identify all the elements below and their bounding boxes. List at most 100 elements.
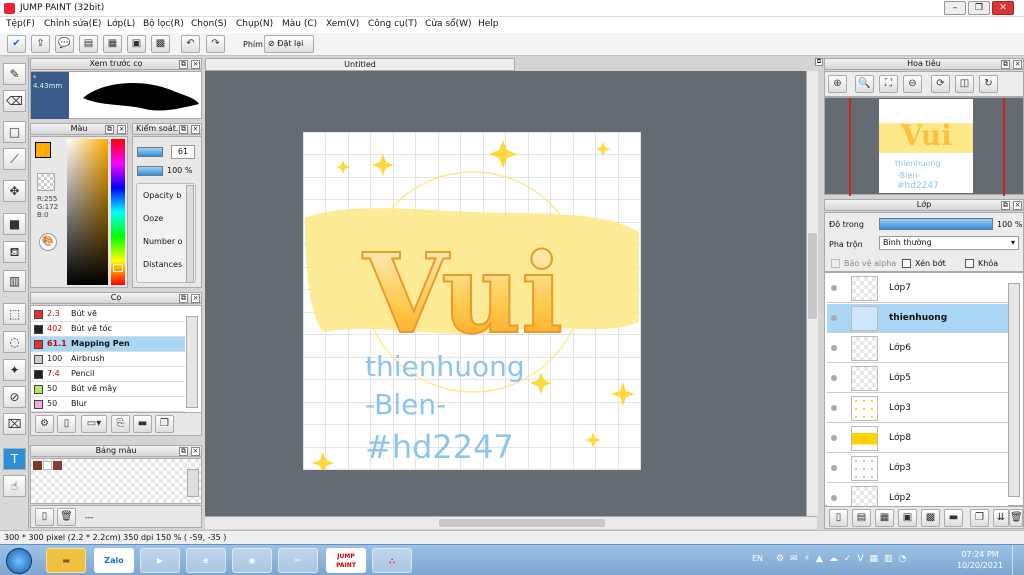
- brush-item[interactable]: 100 Airbrush: [31, 352, 185, 367]
- folder-icon[interactable]: ▬: [133, 415, 152, 433]
- navigator-preview[interactable]: Vui thienhuong -Blen- #hd2247: [824, 97, 1024, 196]
- protect-alpha-checkbox[interactable]: [831, 259, 840, 268]
- layer-item[interactable]: Lớp6: [827, 334, 1008, 363]
- menu-edit[interactable]: Chỉnh sửa(E): [44, 19, 101, 29]
- rotate-icon[interactable]: ⟳: [931, 75, 950, 93]
- text-tool-icon[interactable]: T: [3, 448, 26, 470]
- size-value[interactable]: 61: [171, 145, 195, 159]
- menu-capture[interactable]: Chụp(N): [236, 19, 273, 29]
- zoom-out-icon[interactable]: ⊖: [903, 75, 922, 93]
- brush-item[interactable]: 402 Bút vẽ tóc: [31, 322, 185, 337]
- blend-mode-select[interactable]: Bình thường ▾: [879, 236, 1019, 250]
- language-indicator[interactable]: EN: [752, 554, 763, 563]
- panel-float-icon[interactable]: ⧉: [179, 447, 188, 456]
- jump-paint-app-icon[interactable]: JUMP PAINT: [326, 548, 366, 573]
- palette-scrollbar[interactable]: [187, 469, 199, 497]
- layer-visibility-icon[interactable]: [831, 375, 837, 381]
- panel-close-icon[interactable]: ×: [191, 60, 200, 69]
- new-layer-icon[interactable]: ▯: [829, 509, 848, 527]
- panel-float-icon[interactable]: ⧉: [1001, 201, 1010, 210]
- layer-visibility-icon[interactable]: [831, 315, 837, 321]
- close-button[interactable]: ✕: [992, 1, 1014, 15]
- panel-close-icon[interactable]: ×: [117, 125, 126, 134]
- layer-visibility-icon[interactable]: [831, 405, 837, 411]
- pdf-reader-icon[interactable]: ⛬: [372, 548, 412, 573]
- brush-item[interactable]: 7.4 Pencil: [31, 367, 185, 382]
- palette-icon[interactable]: 🎨: [39, 233, 57, 251]
- horizontal-scrollbar[interactable]: [205, 516, 817, 529]
- document-tab[interactable]: Untitled: [205, 58, 515, 71]
- duplicate-icon[interactable]: ❐: [155, 415, 174, 433]
- layer-visibility-icon[interactable]: [831, 345, 837, 351]
- move-tool-icon[interactable]: ✥: [3, 180, 26, 202]
- menu-tools[interactable]: Công cụ(T): [368, 19, 417, 29]
- horizontal-scroll-thumb[interactable]: [439, 519, 605, 527]
- merge-layer-icon[interactable]: ⇊: [993, 509, 1009, 527]
- reset-button[interactable]: ⊘ Đặt lại: [264, 35, 314, 53]
- zoom-fit-icon[interactable]: ⊕: [828, 75, 847, 93]
- eraser-tool-icon[interactable]: ⌫: [3, 90, 26, 112]
- menu-view[interactable]: Xem(V): [326, 19, 359, 29]
- panel-float-icon[interactable]: ⧉: [179, 60, 188, 69]
- layer-visibility-icon[interactable]: [831, 285, 837, 291]
- panel-close-icon[interactable]: ×: [1013, 201, 1022, 210]
- vertical-scrollbar[interactable]: [806, 71, 818, 516]
- redo-icon[interactable]: ↷: [206, 35, 225, 53]
- menu-select[interactable]: Chọn(S): [191, 19, 227, 29]
- layer-item[interactable]: Lớp3: [827, 394, 1008, 423]
- clipping-checkbox[interactable]: [902, 259, 911, 268]
- opacity-slider[interactable]: [137, 166, 163, 176]
- show-desktop-button[interactable]: [1012, 545, 1024, 575]
- menu-help[interactable]: Help: [478, 19, 499, 29]
- select-rect-icon[interactable]: ⬚: [3, 303, 26, 325]
- panel-float-icon[interactable]: ⧉: [179, 125, 188, 134]
- undo-icon[interactable]: ↶: [181, 35, 200, 53]
- lock-checkbox[interactable]: [965, 259, 974, 268]
- maximize-button[interactable]: ❐: [968, 1, 990, 15]
- file-explorer-icon[interactable]: ▬: [46, 548, 86, 573]
- layer-item[interactable]: Lớp8: [827, 424, 1008, 453]
- media-player-icon[interactable]: ▶: [140, 548, 180, 573]
- copy-brush-icon[interactable]: ⎘: [111, 415, 130, 433]
- new-brush-icon[interactable]: ▯: [57, 415, 76, 433]
- options-scrollbar[interactable]: [186, 185, 194, 283]
- new-1bit-layer-icon[interactable]: ▣: [898, 509, 917, 527]
- grid-icon[interactable]: ▩: [151, 35, 170, 53]
- panel-float-icon[interactable]: ⧉: [179, 294, 188, 303]
- menu-window[interactable]: Cửa sổ(W): [425, 19, 471, 29]
- menu-filter[interactable]: Bộ lọc(R): [143, 19, 184, 29]
- layer-item[interactable]: Lớp7: [827, 274, 1008, 303]
- clock[interactable]: 07:24 PM 10/20/2021: [955, 549, 1005, 571]
- brush-item[interactable]: 50 Blur: [31, 397, 185, 412]
- layer-visibility-icon[interactable]: [831, 495, 837, 501]
- layer-folder-icon[interactable]: ▬: [944, 509, 963, 527]
- brush-item[interactable]: 2.3 Bút vẽ: [31, 307, 185, 322]
- panel-close-icon[interactable]: ×: [191, 447, 200, 456]
- palette-swatch[interactable]: [53, 461, 62, 470]
- brush-item[interactable]: 61.1 Mapping Pen: [31, 337, 185, 352]
- palette-swatch[interactable]: [33, 461, 42, 470]
- drawing-canvas[interactable]: Vui thienhuong -Blen- #hd2247: [303, 132, 641, 470]
- check-icon[interactable]: ✔: [7, 35, 26, 53]
- delete-layer-icon[interactable]: 🗑: [1009, 509, 1023, 527]
- transparent-color-swatch[interactable]: [37, 173, 55, 191]
- brush-settings-icon[interactable]: ⚙: [35, 415, 54, 433]
- add-swatch-icon[interactable]: ▯: [35, 508, 54, 526]
- document-float-icon[interactable]: ⧉: [815, 58, 823, 66]
- size-slider[interactable]: [137, 147, 163, 157]
- layer-opacity-slider[interactable]: [879, 218, 993, 230]
- snipping-tool-icon[interactable]: ✂: [278, 548, 318, 573]
- line-tool-icon[interactable]: ⟋: [3, 148, 26, 170]
- zalo-app-icon[interactable]: Zalo: [94, 548, 134, 573]
- brush-list-scrollbar[interactable]: [186, 316, 198, 408]
- layer-list-scrollbar[interactable]: [1008, 283, 1020, 497]
- fill-rect-tool-icon[interactable]: ■: [3, 213, 26, 235]
- panel-close-icon[interactable]: ×: [1013, 60, 1022, 69]
- panel-float-icon[interactable]: ⧉: [105, 125, 114, 134]
- rotate-right-icon[interactable]: ↻: [979, 75, 998, 93]
- select-eraser-icon[interactable]: ⌧: [3, 413, 26, 435]
- rectangle-tool-icon[interactable]: □: [3, 121, 26, 143]
- comment-icon[interactable]: ▤: [79, 35, 98, 53]
- trash-icon[interactable]: 🗑: [57, 508, 76, 526]
- new-8bit-layer-icon[interactable]: ▦: [875, 509, 894, 527]
